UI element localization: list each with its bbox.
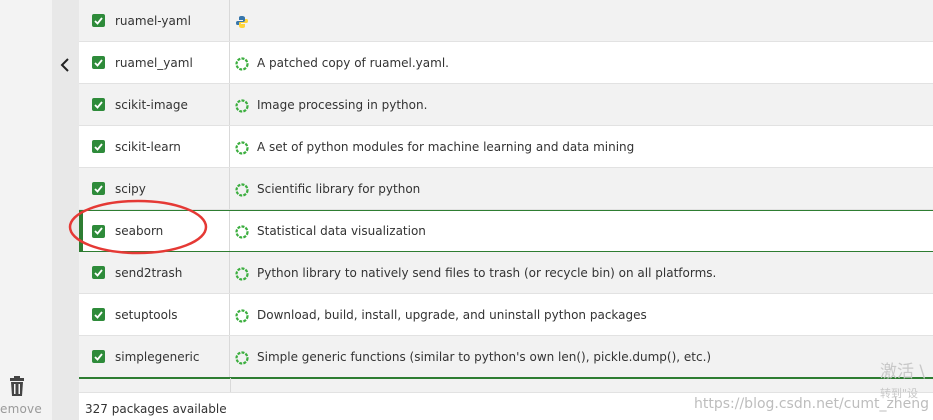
package-row-ruamel-yaml[interactable]: ruamel-yaml xyxy=(79,0,933,42)
package-name: seaborn xyxy=(115,224,164,238)
package-description-cell: Python library to natively send files to… xyxy=(230,252,933,293)
package-row-scipy[interactable]: scipy Scientific library for python xyxy=(79,168,933,210)
status-ring-icon xyxy=(235,98,249,113)
remove-button[interactable] xyxy=(7,376,27,398)
package-row-setuptools[interactable]: setuptools Download, build, install, upgr… xyxy=(79,294,933,336)
package-row-scikit-learn[interactable]: scikit-learn A set of python modules for … xyxy=(79,126,933,168)
package-description: Simple generic functions (similar to pyt… xyxy=(257,349,712,364)
package-name-cell: ruamel-yaml xyxy=(79,0,230,41)
package-row-send2trash[interactable]: send2trash Python library to natively sen… xyxy=(79,252,933,294)
package-name: ruamel-yaml xyxy=(115,13,191,28)
package-description: A patched copy of ruamel.yaml. xyxy=(257,55,449,70)
package-name-cell: scikit-image xyxy=(79,84,230,125)
package-description: Image processing in python. xyxy=(257,97,428,112)
package-name-cell: send2trash xyxy=(79,252,230,293)
package-count: 327 packages available xyxy=(85,402,227,416)
status-ring-icon xyxy=(235,182,249,197)
package-row-scikit-image[interactable]: scikit-image Image processing in python. xyxy=(79,84,933,126)
package-checkbox[interactable] xyxy=(92,350,105,363)
python-logo-icon xyxy=(235,14,249,28)
package-description-cell xyxy=(230,0,933,41)
package-name: ruamel_yaml xyxy=(115,55,193,70)
status-ring-icon xyxy=(235,350,249,365)
package-description: A set of python modules for machine lear… xyxy=(257,139,635,154)
status-ring-icon xyxy=(235,140,249,155)
table-row-partial xyxy=(79,378,933,392)
package-row-simplegeneric[interactable]: simplegeneric Simple generic functions (s… xyxy=(79,336,933,378)
package-description-cell: Simple generic functions (similar to pyt… xyxy=(230,336,933,377)
package-checkbox[interactable] xyxy=(92,308,105,321)
package-description-cell: Image processing in python. xyxy=(230,84,933,125)
status-ring-icon xyxy=(235,308,249,323)
status-ring-icon xyxy=(235,56,249,71)
watermark-url: https://blog.csdn.net/cumt_zheng xyxy=(694,396,930,412)
package-name: simplegeneric xyxy=(115,349,200,364)
package-name-cell: scipy xyxy=(79,168,230,209)
collapse-panel-button[interactable] xyxy=(56,52,74,78)
package-name-cell: scikit-learn xyxy=(79,126,230,167)
package-name: setuptools xyxy=(115,307,178,322)
package-row-ruamel_yaml[interactable]: ruamel_yaml A patched copy of ruamel.yaml… xyxy=(79,42,933,84)
package-name-cell: simplegeneric xyxy=(79,336,230,377)
package-description-cell: Statistical data visualization xyxy=(230,211,933,251)
package-name: send2trash xyxy=(115,265,183,280)
status-ring-icon xyxy=(235,266,249,281)
left-sidebar xyxy=(0,0,52,420)
package-checkbox[interactable] xyxy=(92,140,105,153)
package-description: Download, build, install, upgrade, and u… xyxy=(257,307,647,322)
package-name: scipy xyxy=(115,181,146,196)
package-description-cell: Download, build, install, upgrade, and u… xyxy=(230,294,933,335)
package-description: Python library to natively send files to… xyxy=(257,265,717,280)
column-separator xyxy=(230,378,231,392)
package-checkbox[interactable] xyxy=(92,266,105,279)
package-name-cell: seaborn xyxy=(79,211,230,251)
package-row-seaborn[interactable]: seaborn Statistical data visualization xyxy=(79,210,933,252)
status-ring-icon xyxy=(235,224,249,239)
package-description: Scientific library for python xyxy=(257,181,421,196)
package-table: ruamel-yaml ruamel_yaml A patched copy of … xyxy=(79,0,933,378)
package-description-cell: Scientific library for python xyxy=(230,168,933,209)
package-checkbox[interactable] xyxy=(92,98,105,111)
chevron-left-icon xyxy=(60,58,69,72)
package-name-cell: ruamel_yaml xyxy=(79,42,230,83)
package-checkbox[interactable] xyxy=(92,182,105,195)
package-description-cell: A set of python modules for machine lear… xyxy=(230,126,933,167)
package-name: scikit-learn xyxy=(115,139,181,154)
package-checkbox[interactable] xyxy=(92,224,105,238)
package-description-cell: A patched copy of ruamel.yaml. xyxy=(230,42,933,83)
trash-icon xyxy=(10,376,24,396)
package-checkbox[interactable] xyxy=(92,14,105,27)
package-name-cell: setuptools xyxy=(79,294,230,335)
watermark-activate: 激活 \ xyxy=(880,362,926,382)
remove-label: emove xyxy=(0,402,42,416)
package-checkbox[interactable] xyxy=(92,56,105,69)
package-description: Statistical data visualization xyxy=(257,224,426,238)
package-name: scikit-image xyxy=(115,97,188,112)
